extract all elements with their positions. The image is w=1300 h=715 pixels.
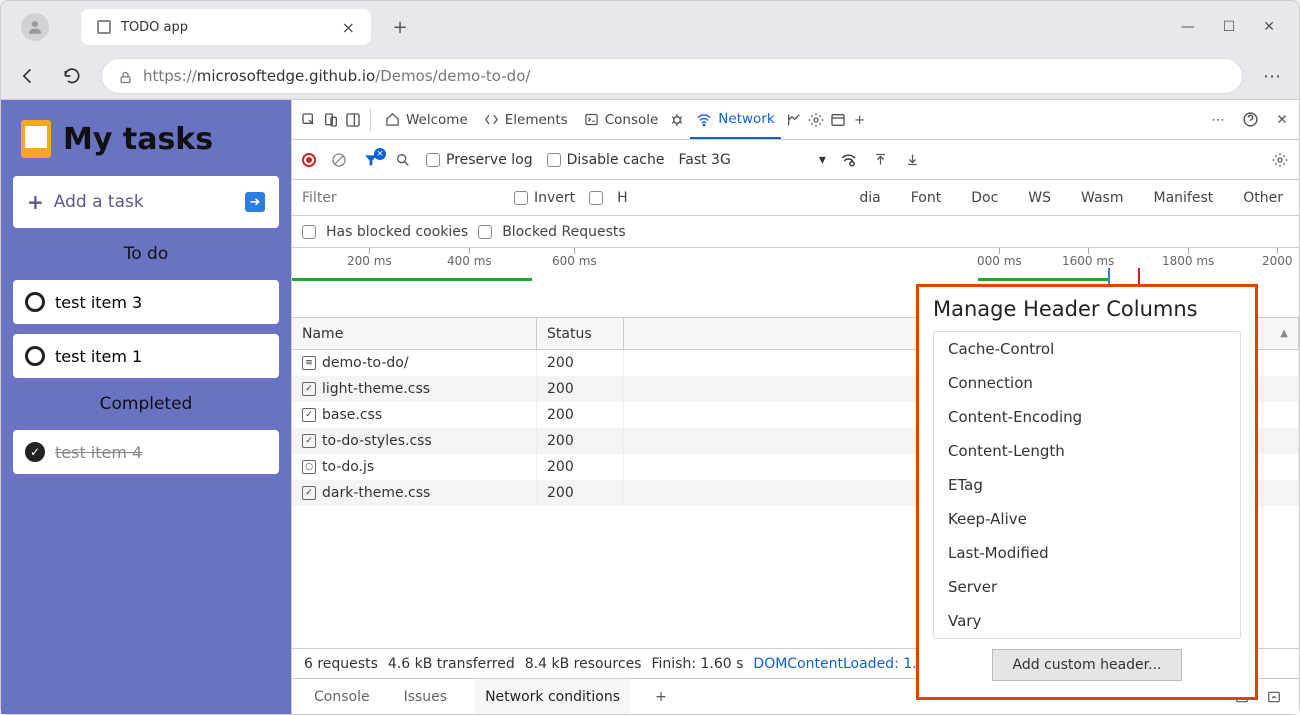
header-option[interactable]: ETag: [934, 468, 1240, 502]
clipboard-icon: [21, 120, 51, 158]
add-custom-header-button[interactable]: Add custom header...: [992, 649, 1182, 681]
tab-title: TODO app: [121, 20, 342, 35]
plus-icon: +: [27, 190, 44, 214]
checkbox-icon[interactable]: [25, 292, 45, 312]
close-window-icon[interactable]: ✕: [1263, 19, 1275, 35]
devtools-panel: Welcome Elements Console Network: [291, 100, 1299, 714]
submit-icon[interactable]: ➜: [245, 192, 265, 212]
minimize-icon[interactable]: —: [1181, 19, 1195, 35]
manage-header-columns-popup: Manage Header Columns Cache-Control Conn…: [916, 284, 1258, 700]
browser-titlebar: TODO app × + — ☐ ✕: [1, 1, 1299, 53]
header-option[interactable]: Vary: [934, 604, 1240, 638]
header-option[interactable]: Cache-Control: [934, 332, 1240, 366]
section-todo: To do: [13, 238, 279, 270]
browser-menu-icon[interactable]: ⋯: [1257, 66, 1287, 87]
header-option[interactable]: Server: [934, 570, 1240, 604]
close-tab-icon[interactable]: ×: [342, 18, 355, 37]
task-item[interactable]: test item 1: [13, 334, 279, 378]
new-tab-button[interactable]: +: [385, 12, 415, 42]
back-button[interactable]: [13, 61, 43, 91]
checkbox-icon[interactable]: [25, 346, 45, 366]
header-option[interactable]: Last-Modified: [934, 536, 1240, 570]
todo-app: My tasks + Add a task ➜ To do test item …: [1, 100, 291, 714]
checkbox-checked-icon[interactable]: ✓: [25, 442, 45, 462]
page-icon: [97, 20, 111, 34]
address-row: https://microsoftedge.github.io/Demos/de…: [1, 53, 1299, 99]
refresh-button[interactable]: [57, 61, 87, 91]
section-completed: Completed: [13, 388, 279, 420]
browser-tab[interactable]: TODO app ×: [81, 9, 371, 45]
url-text: https://microsoftedge.github.io/Demos/de…: [143, 67, 530, 85]
task-item[interactable]: test item 3: [13, 280, 279, 324]
add-task-input[interactable]: + Add a task ➜: [13, 176, 279, 228]
header-option[interactable]: Content-Encoding: [934, 400, 1240, 434]
lock-icon: [118, 67, 133, 86]
profile-avatar[interactable]: [21, 13, 49, 41]
popup-title: Manage Header Columns: [933, 297, 1241, 321]
app-title: My tasks: [63, 122, 213, 157]
header-option[interactable]: Content-Length: [934, 434, 1240, 468]
task-item-done[interactable]: ✓ test item 4: [13, 430, 279, 474]
header-option[interactable]: Connection: [934, 366, 1240, 400]
header-option[interactable]: Keep-Alive: [934, 502, 1240, 536]
maximize-icon[interactable]: ☐: [1223, 19, 1236, 35]
address-bar[interactable]: https://microsoftedge.github.io/Demos/de…: [101, 58, 1243, 94]
